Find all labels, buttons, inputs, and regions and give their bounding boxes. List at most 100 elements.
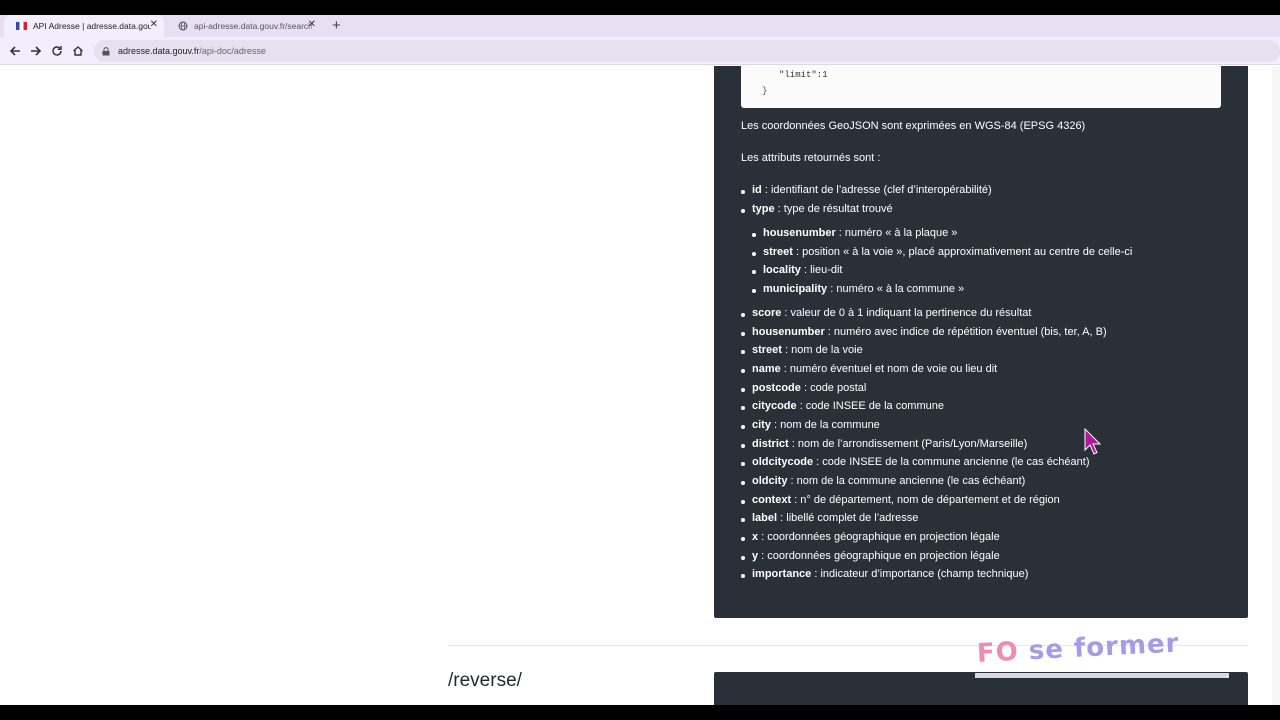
attr-desc: : n° de département, nom de département … [791,494,1060,506]
back-arrow-icon [9,46,20,56]
list-item: locality : lieu-dit [752,264,843,276]
bullet [741,209,745,213]
type-desc: : lieu-dit [800,264,843,276]
attrs-intro-paragraph: Les attributs retournés sont : [741,152,881,164]
list-item: label : libellé complet de l’adresse [741,512,919,524]
globe-icon [178,21,188,31]
type-desc: : position « à la voie », placé approxim… [792,246,1133,258]
bullet [741,369,745,373]
attr-desc: : coordonnées géographique en projection… [758,531,1000,543]
reload-button[interactable] [48,42,66,60]
watermark-text: FO se former [976,628,1180,669]
list-item: district : nom de l’arrondissement (Pari… [741,438,1027,450]
attr-desc: : type de résultat trouvé [774,203,893,215]
code-example: "limit":1 } [741,66,1221,108]
fo-se-former-watermark: FO se former [975,628,1229,678]
list-item: id : identifiant de l’adresse (clef d’in… [741,184,992,196]
attr-key: score [752,307,782,319]
watermark-part: FO [976,636,1020,669]
list-item: name : numéro éventuel et nom de voie ou… [741,363,998,375]
bullet [741,444,745,448]
type-desc: : numéro « à la commune » [827,283,965,295]
reload-icon [52,46,62,56]
bullet [741,425,745,429]
attr-key: oldcity [752,475,788,487]
attr-desc: : code INSEE de la commune [796,400,944,412]
tab-strip: API Adresse | adresse.data.gouv.fr ✕ api… [0,15,1280,37]
attr-desc: : nom de la voie [781,344,863,356]
bullet [752,270,756,274]
attr-key: type [752,203,775,215]
forward-button[interactable] [27,42,45,60]
bullet [741,190,745,194]
list-item: housenumber : numéro « à la plaque » [752,227,958,239]
close-tab-icon[interactable]: ✕ [308,19,316,30]
mouse-cursor-icon [1084,428,1102,455]
attr-key: label [752,512,778,524]
tab-search-api[interactable]: api-adresse.data.gouv.fr/search/?q ✕ [166,15,322,37]
attr-desc: : code postal [800,382,867,394]
tab-title: API Adresse | adresse.data.gouv.fr [33,21,151,31]
list-item: city : nom de la commune [741,419,880,431]
type-desc: : numéro « à la plaque » [835,227,958,239]
attr-desc: : identifiant de l’adresse (clef d’inter… [761,184,992,196]
list-item: score : valeur de 0 à 1 indiquant la per… [741,307,1032,319]
close-tab-icon[interactable]: ✕ [150,19,158,30]
attr-key: city [752,419,771,431]
code-line: } [762,86,768,96]
tab-title: api-adresse.data.gouv.fr/search/?q [194,21,312,31]
list-item: oldcitycode : code INSEE de la commune a… [741,456,1090,468]
french-flag-icon [16,22,27,30]
bullet [752,252,756,256]
tab-api-adresse[interactable]: API Adresse | adresse.data.gouv.fr ✕ [4,15,164,37]
attr-key: context [752,494,792,506]
lock-icon [102,46,110,55]
attr-key: district [752,438,789,450]
list-item: y : coordonnées géographique en projecti… [741,550,1000,562]
attr-desc: : coordonnées géographique en projection… [758,550,1000,562]
bullet [741,388,745,392]
back-button[interactable] [6,42,24,60]
attr-key: id [752,184,762,196]
attr-key: oldcitycode [752,456,814,468]
home-button[interactable] [69,42,87,60]
bullet [741,462,745,466]
attr-desc: : nom de la commune ancienne (le cas éch… [787,475,1026,487]
address-bar[interactable]: adresse.data.gouv.fr/api-doc/adresse [94,40,1280,62]
url-path: /api-doc/adresse [199,46,266,56]
list-item: municipality : numéro « à la commune » [752,283,965,295]
attr-desc: : indicateur d’importance (champ techniq… [811,568,1029,580]
bullet [752,233,756,237]
attr-key: citycode [752,400,797,412]
list-item: street : position « à la voie », placé a… [752,246,1133,258]
new-tab-button[interactable]: + [332,17,341,34]
list-item: citycode : code INSEE de la commune [741,400,944,412]
attr-key: name [752,363,781,375]
attr-desc: : numéro avec indice de répétition évent… [824,326,1107,338]
code-line: "limit":1 [779,70,828,80]
coords-paragraph: Les coordonnées GeoJSON sont exprimées e… [741,120,1086,132]
bullet [741,350,745,354]
attr-desc: : numéro éventuel et nom de voie ou lieu… [780,363,998,375]
type-key: housenumber [763,227,836,239]
list-item: oldcity : nom de la commune ancienne (le… [741,475,1026,487]
attr-key: postcode [752,382,801,394]
forward-arrow-icon [31,46,42,56]
home-icon [73,46,83,56]
attr-desc: : valeur de 0 à 1 indiquant la pertinenc… [781,307,1032,319]
attr-desc: : nom de la commune [770,419,880,431]
list-item: x : coordonnées géographique en projecti… [741,531,1000,543]
page-content: "limit":1 } Les coordonnées GeoJSON sont… [0,66,1280,705]
attr-desc: : libellé complet de l’adresse [777,512,919,524]
list-item: postcode : code postal [741,382,867,394]
bullet [741,500,745,504]
bullet [752,289,756,293]
watermark-underline [975,673,1229,678]
list-item: type : type de résultat trouvé [741,203,893,215]
list-item: street : nom de la voie [741,344,863,356]
attr-desc: : code INSEE de la commune ancienne (le … [813,456,1090,468]
type-key: municipality [763,283,828,295]
browser-toolbar: adresse.data.gouv.fr/api-doc/adresse [0,37,1280,65]
list-item: housenumber : numéro avec indice de répé… [741,326,1107,338]
vertical-scrollbar[interactable] [1272,66,1280,705]
